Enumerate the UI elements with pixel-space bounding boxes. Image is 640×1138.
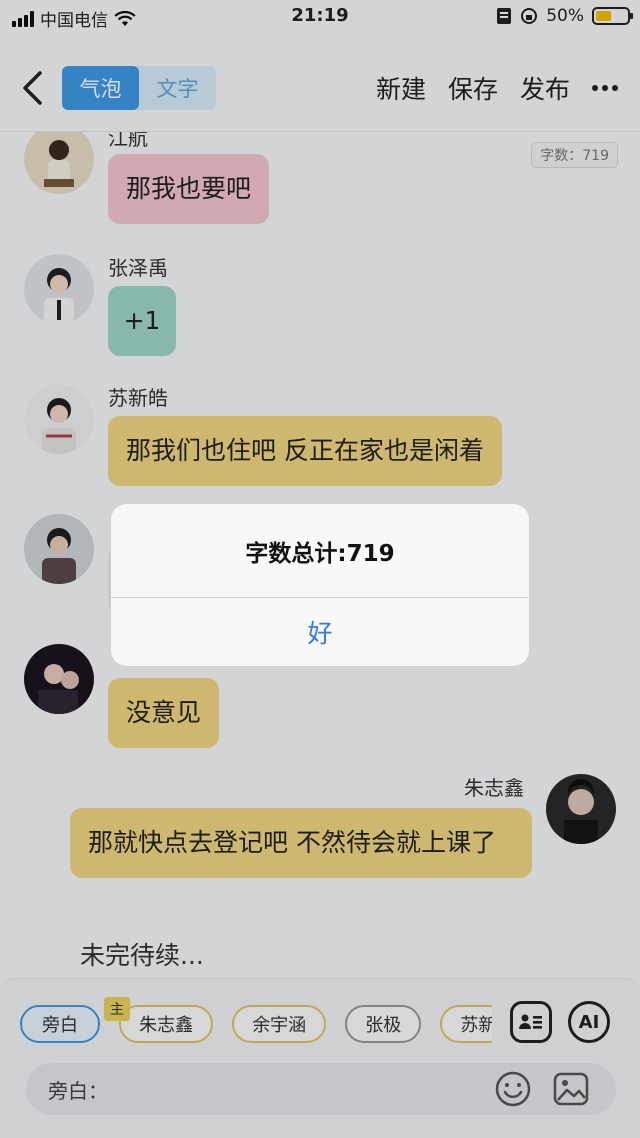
dialog-title: 字数总计:719 <box>245 541 395 567</box>
ok-button[interactable]: 好 <box>111 598 529 666</box>
word-count-dialog: 字数总计:719 好 <box>111 504 529 666</box>
